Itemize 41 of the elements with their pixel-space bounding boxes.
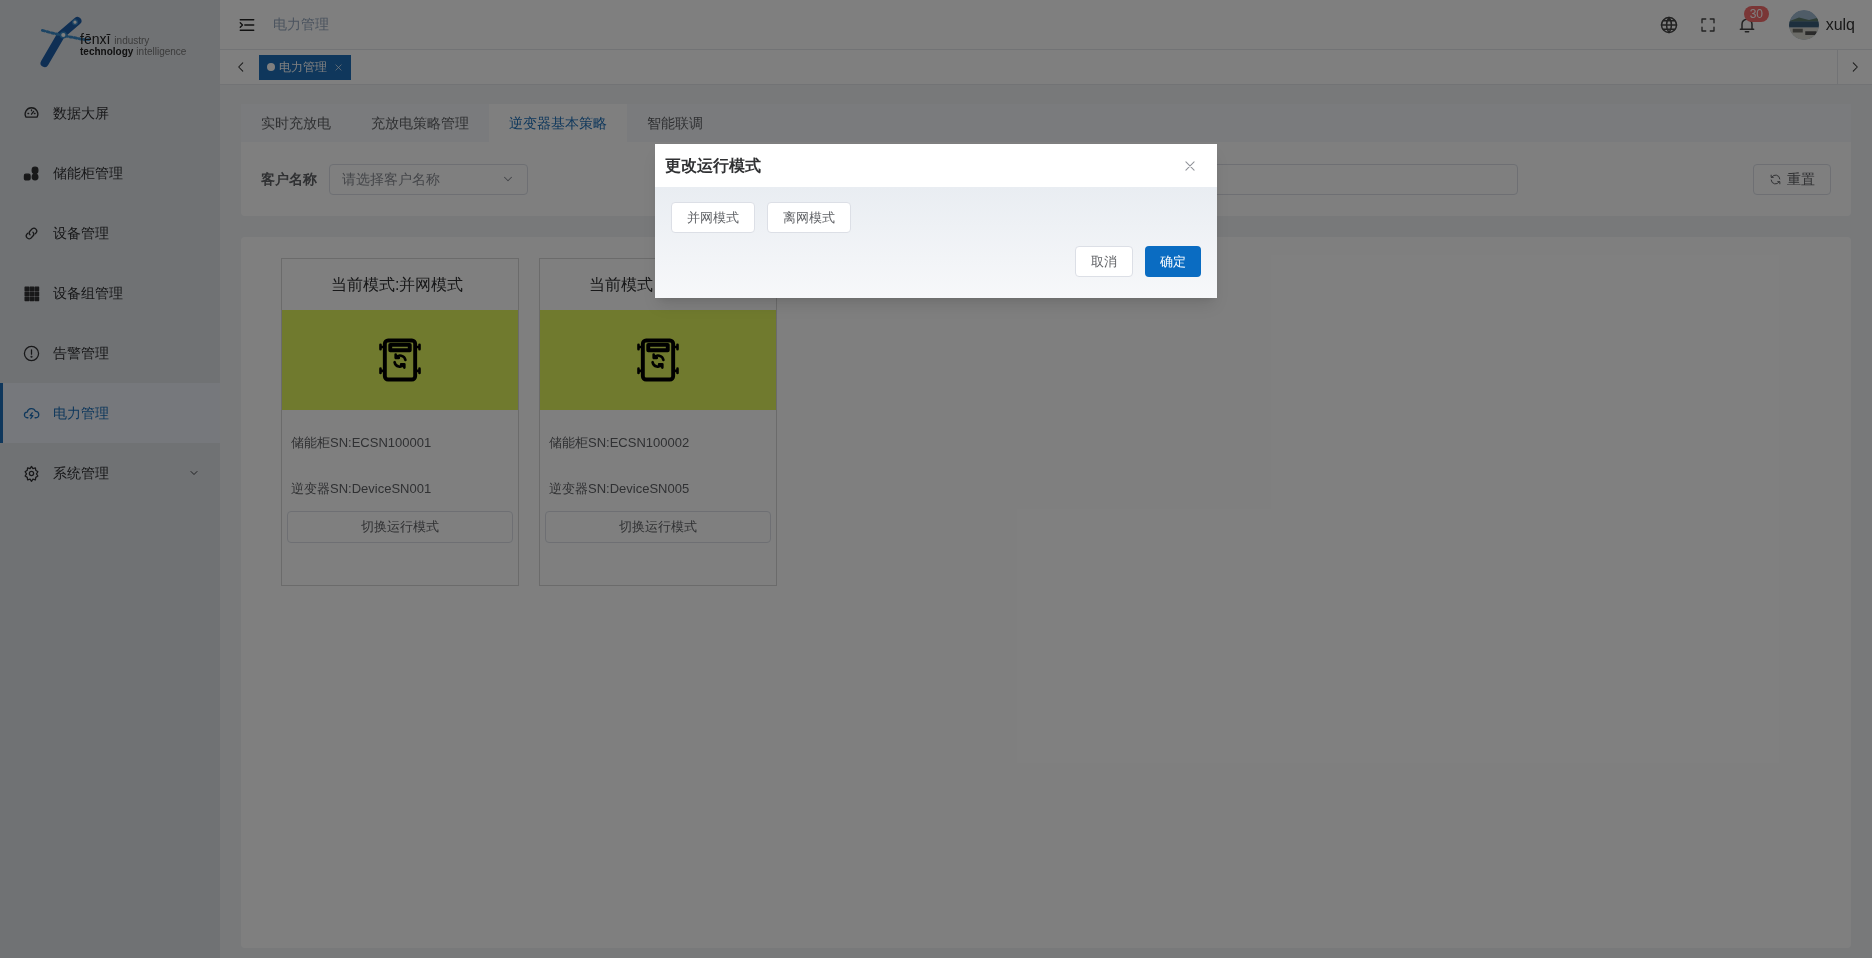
close-icon[interactable] [1183,158,1197,173]
sidebar-item[interactable]: 设备组管理 [0,263,220,323]
grid-icon [23,284,40,302]
alert-icon [23,344,40,362]
fullscreen-icon[interactable] [1698,15,1717,34]
sn-text: 储能柜SN:ECSN100002 [548,434,691,452]
dialog-title: 更改运行模式 [665,155,761,176]
brand-name: fēnxī [80,32,111,46]
refresh-icon [1769,172,1782,186]
shapes-icon [23,164,40,182]
close-icon[interactable] [334,62,343,72]
logo-tagline: industry [114,35,150,46]
tab[interactable]: 智能联调 [627,104,723,142]
notification-badge: 30 [1743,5,1769,22]
reset-button[interactable]: 重置 [1753,163,1831,195]
sidebar-item[interactable]: 系统管理 [0,443,220,503]
logo-tagline: technology [80,46,134,57]
confirm-button[interactable]: 确定 [1145,246,1201,277]
sidebar-item[interactable]: 电力管理 [0,383,220,443]
mode-option-button[interactable]: 并网模式 [671,202,755,233]
tab[interactable]: 实时充放电 [241,104,351,142]
user-name[interactable]: xulq [1825,12,1855,37]
switch-mode-button[interactable]: 切换运行模式 [545,511,771,543]
sidebar-item[interactable]: 储能柜管理 [0,143,220,203]
mode-option-button[interactable]: 离网模式 [767,202,851,233]
sn-text: 储能柜SN:ECSN100001 [290,434,433,452]
page-tag[interactable]: 电力管理 [259,54,351,80]
field-label: 客户名称 [261,169,317,189]
card-title: 当前模式:并网模式 [330,274,465,295]
cancel-button[interactable]: 取消 [1075,246,1133,277]
tab[interactable]: 充放电策略管理 [351,104,489,142]
sn-text: 逆变器SN:DeviceSN001 [290,479,433,498]
sn-text: 逆变器SN:DeviceSN005 [548,479,691,498]
tab[interactable]: 逆变器基本策略 [489,104,627,142]
switch-mode-button[interactable]: 切换运行模式 [287,511,513,543]
globe-icon[interactable] [1658,14,1679,35]
sidebar-item[interactable]: 数据大屏 [0,83,220,143]
settings-icon [23,464,40,482]
card-title: 当前模式 [588,274,654,295]
sidebar-item[interactable]: 告警管理 [0,323,220,383]
sidebar-item[interactable]: 设备管理 [0,203,220,263]
